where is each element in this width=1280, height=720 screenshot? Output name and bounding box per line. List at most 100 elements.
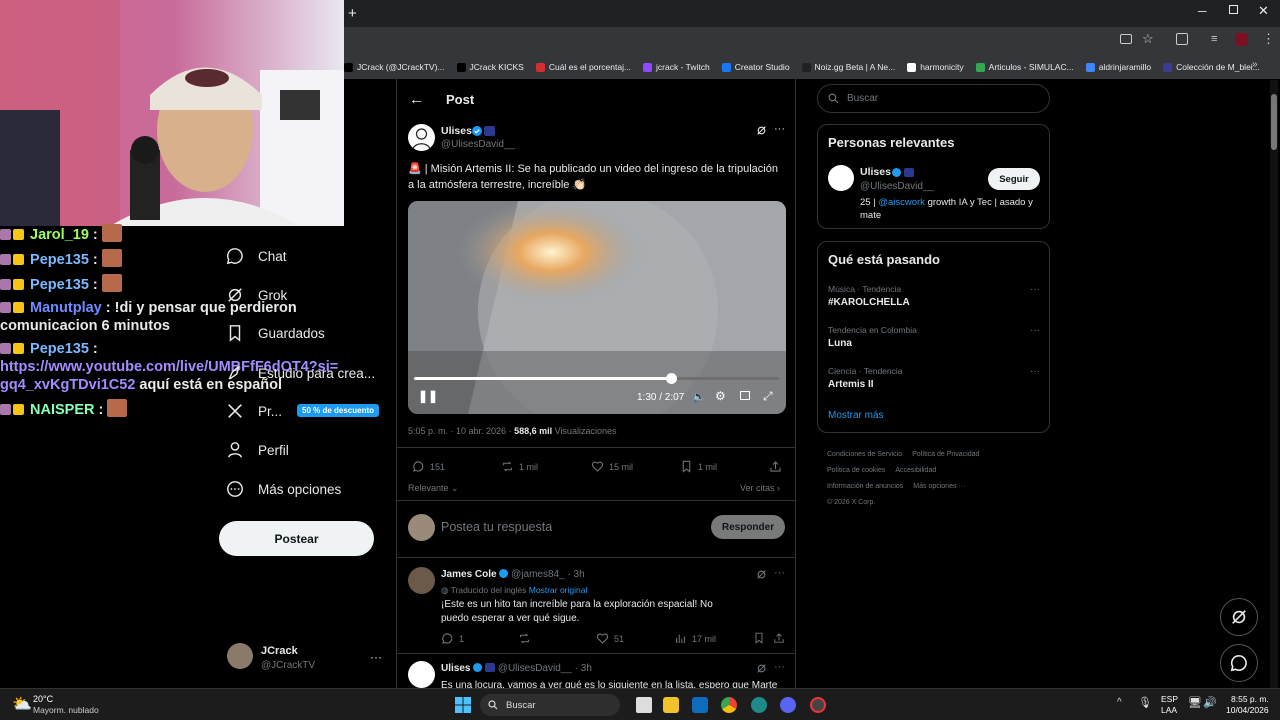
chat-username[interactable]: Pepe135	[30, 341, 89, 357]
reply-avatar[interactable]	[408, 661, 435, 688]
maximize-button[interactable]	[1229, 5, 1238, 14]
media-icon[interactable]: ≡	[1211, 33, 1217, 45]
grok-explain-icon[interactable]	[756, 125, 767, 136]
repost-action[interactable]: 1 mil	[501, 460, 538, 473]
chat-username[interactable]: Jarol_19	[30, 227, 89, 243]
messages-float-button[interactable]	[1220, 644, 1258, 682]
nav-creator-studio[interactable]: Estudio para crea...	[226, 364, 375, 382]
obs-icon[interactable]	[810, 697, 826, 713]
reply-button[interactable]: Responder	[711, 515, 785, 539]
chat-username[interactable]: Pepe135	[30, 277, 89, 293]
relevant-name[interactable]: Ulises	[860, 166, 891, 178]
bookmark-item[interactable]: harmonicity	[907, 62, 964, 72]
video-player[interactable]: ❚❚ 1:30 / 2:07 🔈 ⚙ ⤢	[408, 201, 786, 414]
keyboard-layout[interactable]: LAA	[1161, 705, 1177, 715]
reply-author[interactable]: Ulises	[441, 663, 470, 674]
weather-icon[interactable]: ⛅	[12, 694, 32, 714]
reply-avatar[interactable]	[408, 567, 435, 594]
reply-like-action[interactable]: 51	[596, 632, 624, 645]
account-avatar[interactable]	[227, 643, 253, 669]
reply-action[interactable]: 151	[412, 460, 445, 473]
trend-options-icon[interactable]: ···	[1030, 284, 1040, 295]
bookmark-star-icon[interactable]: ☆	[1142, 31, 1154, 47]
chat-username[interactable]: NAISPER	[30, 402, 94, 418]
volume-icon[interactable]: 🔊	[1203, 696, 1217, 709]
tray-expand-icon[interactable]: ^	[1117, 697, 1122, 708]
bookmark-item[interactable]: aldrinjaramillo	[1085, 62, 1151, 72]
volume-icon[interactable]: 🔈	[692, 390, 706, 403]
profile-avatar[interactable]	[1235, 33, 1248, 46]
reply-reply-action[interactable]: 1	[441, 632, 464, 645]
author-name[interactable]: Ulises	[441, 125, 472, 137]
windows-start-icon[interactable]	[455, 697, 471, 713]
new-tab-button[interactable]: +	[348, 5, 357, 22]
nav-saved[interactable]: Guardados	[226, 324, 325, 342]
app-icon[interactable]	[751, 697, 767, 713]
relevant-avatar[interactable]	[828, 165, 854, 191]
view-quotes-link[interactable]: Ver citas ›	[740, 483, 780, 493]
reply-repost-action[interactable]	[518, 632, 531, 645]
footer-link[interactable]: Más opciones ···	[913, 483, 965, 490]
fullscreen-icon[interactable]: ⤢	[763, 389, 773, 404]
page-scrollbar[interactable]	[1270, 80, 1278, 688]
trend-options-icon[interactable]: ···	[1030, 366, 1040, 377]
outlook-icon[interactable]	[692, 697, 708, 713]
share-icon[interactable]	[773, 632, 785, 644]
bookmark-item[interactable]: JCrack (@JCrackTV)...	[344, 62, 445, 72]
bio-mention-link[interactable]: @aiscwork	[878, 197, 925, 208]
bookmark-item[interactable]: JCrack KICKS	[456, 62, 524, 72]
install-icon[interactable]	[1120, 34, 1132, 44]
trend-item[interactable]: Tendencia en Colombia Luna ···	[828, 325, 1040, 349]
close-window-button[interactable]: ✕	[1258, 3, 1269, 19]
scrollbar-thumb[interactable]	[1271, 94, 1277, 150]
grok-float-button[interactable]	[1220, 598, 1258, 636]
settings-gear-icon[interactable]: ⚙	[715, 389, 726, 403]
sort-dropdown[interactable]: Relevante ⌄	[408, 483, 459, 494]
author-avatar[interactable]	[408, 124, 435, 151]
discord-icon[interactable]	[780, 697, 796, 713]
bookmark-item[interactable]: jcrack - Twitch	[643, 62, 710, 72]
share-icon[interactable]	[769, 460, 782, 473]
bookmark-item[interactable]: Creator Studio	[721, 62, 790, 72]
show-more-link[interactable]: Mostrar más	[828, 410, 884, 421]
pause-icon[interactable]: ❚❚	[418, 389, 438, 403]
trend-options-icon[interactable]: ···	[1030, 325, 1040, 336]
reply-options-icon[interactable]: ···	[774, 567, 785, 579]
nav-more[interactable]: Más opciones	[226, 480, 341, 498]
reply-author[interactable]: James Cole	[441, 569, 497, 580]
nav-premium[interactable]: Pr...	[226, 402, 282, 420]
taskbar-search[interactable]: Buscar	[480, 694, 620, 716]
picture-in-picture-icon[interactable]	[740, 391, 750, 400]
grok-explain-icon[interactable]	[756, 663, 767, 674]
footer-link[interactable]: Accesibilidad	[895, 467, 936, 474]
microphone-icon[interactable]: 🎙	[1138, 696, 1152, 709]
minimize-button[interactable]: ─	[1198, 4, 1207, 18]
reply-input[interactable]: Postea tu respuesta	[441, 520, 552, 534]
back-arrow-icon[interactable]: ←	[409, 91, 424, 108]
trend-item[interactable]: Ciencia · Tendencia Artemis II ···	[828, 366, 1040, 390]
post-button[interactable]: Postear	[219, 521, 374, 556]
footer-link[interactable]: Condiciones de Servicio	[827, 451, 902, 458]
network-icon[interactable]: 🖥	[1188, 696, 1202, 709]
trend-item[interactable]: Música · Tendencia #KAROLCHELLA ···	[828, 284, 1040, 308]
footer-link[interactable]: Política de cookies	[827, 467, 885, 474]
footer-link[interactable]: Información de anuncios	[827, 483, 903, 490]
clock-date[interactable]: 10/04/2026	[1226, 705, 1269, 715]
bookmark-item[interactable]: Cuál es el porcentaj...	[535, 62, 631, 72]
nav-grok[interactable]: Grok	[226, 286, 287, 304]
bookmark-icon[interactable]	[753, 632, 765, 644]
footer-link[interactable]: © 2026 X Corp.	[827, 499, 875, 506]
nav-profile[interactable]: Perfil	[226, 441, 289, 459]
menu-kebab-icon[interactable]: ⋮	[1262, 31, 1275, 47]
chrome-icon[interactable]	[721, 697, 737, 713]
bookmark-item[interactable]: Articulos - SIMULAC...	[975, 62, 1074, 72]
task-view-icon[interactable]	[636, 697, 652, 713]
grok-explain-icon[interactable]	[756, 569, 767, 580]
language-code[interactable]: ESP	[1161, 694, 1178, 704]
footer-link[interactable]: Política de Privacidad	[912, 451, 979, 458]
like-action[interactable]: 15 mil	[591, 460, 633, 473]
bookmark-action[interactable]: 1 mil	[680, 460, 717, 473]
file-explorer-icon[interactable]	[663, 697, 679, 713]
show-original-link[interactable]: Mostrar original	[529, 585, 588, 595]
video-progress-track[interactable]	[414, 373, 779, 384]
